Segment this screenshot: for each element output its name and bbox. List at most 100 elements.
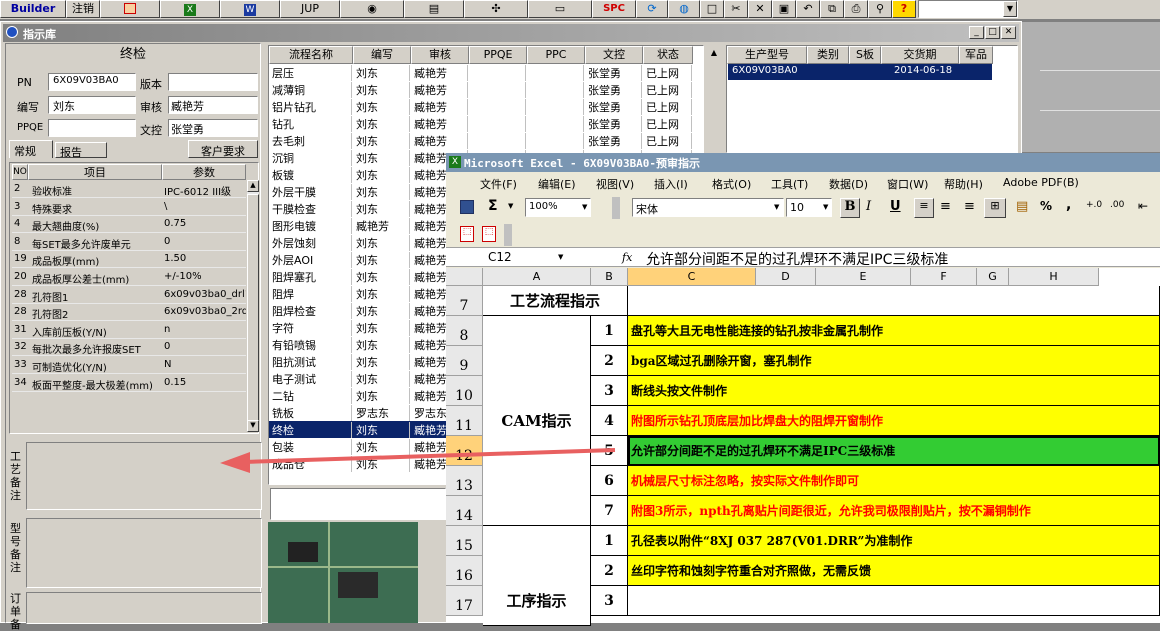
indent-icon[interactable]: ⇤ (1138, 199, 1148, 213)
instruction-cell[interactable]: 允许部分间距不足的过孔焊环不满足IPC三级标准 (628, 436, 1160, 466)
process-input[interactable] (270, 488, 446, 520)
pn-field[interactable]: 6X09V03BA0 (48, 73, 136, 91)
align-left-button[interactable]: ≡ (914, 198, 934, 218)
process-col-header[interactable]: 流程名称 (269, 46, 353, 64)
param-row[interactable]: 28 孔符图2 6x09v03ba0_2rd (12, 304, 246, 322)
row-header[interactable]: 16 (446, 556, 483, 586)
comma-icon[interactable]: , (1066, 197, 1071, 213)
tab-general[interactable]: 常规 (9, 140, 53, 158)
undo-icon-button[interactable]: ↶ (796, 0, 820, 18)
resize-handle[interactable]: ▲ (707, 48, 721, 62)
font-dropdown-icon[interactable]: ▼ (774, 203, 779, 211)
item-number[interactable]: 3 (591, 586, 628, 616)
bold-button[interactable]: B (840, 198, 860, 218)
computer-icon-button[interactable]: ▭ (528, 0, 592, 18)
cut-icon-button[interactable]: ✂ (724, 0, 748, 18)
percent-icon[interactable]: % (1040, 199, 1052, 213)
column-header[interactable]: F (911, 268, 977, 286)
currency-icon[interactable]: ▤ (1016, 199, 1028, 214)
name-box-dropdown-icon[interactable]: ▼ (558, 253, 563, 261)
param-row[interactable]: 28 孔符图1 6x09v03ba0_drl1 (12, 287, 246, 304)
column-header[interactable]: E (816, 268, 911, 286)
spc-button[interactable]: SPC (592, 0, 636, 18)
process-col-header[interactable]: PPC (527, 46, 585, 64)
param-row[interactable]: 4 最大翘曲度(%) 0.75 (12, 216, 246, 234)
instruction-cell[interactable]: 断线头按文件制作 (628, 376, 1160, 406)
product-col-header[interactable]: 生产型号 (727, 46, 807, 64)
row-header[interactable]: 8 (446, 316, 483, 346)
param-row[interactable]: 33 可制造优化(Y/N) N (12, 357, 246, 374)
item-number[interactable]: 3 (591, 376, 628, 406)
eye-icon-button[interactable]: ◉ (340, 0, 404, 18)
scroll-up-button[interactable]: ▲ (247, 180, 259, 192)
item-number[interactable]: 4 (591, 406, 628, 436)
italic-button[interactable]: I (866, 199, 871, 214)
process-col-header[interactable]: 状态 (643, 46, 693, 64)
process-col-header[interactable]: 编写 (353, 46, 411, 64)
ppqe-field[interactable] (48, 119, 136, 137)
excel-menu-item[interactable]: 格式(O) (712, 176, 751, 192)
item-number[interactable]: 1 (591, 526, 628, 556)
logout-button[interactable]: 注销 (66, 0, 100, 18)
process-row[interactable]: 钻孔 刘东 臧艳芳 张堂勇 已上网 (269, 115, 703, 132)
param-row[interactable]: 34 板面平整度-最大极差(mm) 0.15 (12, 375, 246, 392)
help-icon-button[interactable]: ? (892, 0, 916, 18)
increase-decimal-icon[interactable]: +.0 (1086, 200, 1102, 210)
process-row[interactable]: 减薄铜 刘东 臧艳芳 张堂勇 已上网 (269, 81, 703, 98)
param-row[interactable]: 3 特殊要求 \ (12, 199, 246, 216)
underline-button[interactable]: U (890, 199, 901, 214)
instruction-cell[interactable]: 附图所示钻孔顶底层加比焊盘大的阻焊开窗制作 (628, 406, 1160, 436)
param-scrollbar[interactable]: ▲ ▼ (247, 180, 259, 432)
process-flow-header[interactable]: 工艺流程指示 (483, 286, 628, 316)
merge-center-button[interactable]: ⊞ (984, 198, 1006, 218)
excel-save-icon[interactable] (460, 200, 474, 214)
align-right-button[interactable]: ≡ (964, 199, 975, 214)
print-icon-button[interactable]: ⎙ (844, 0, 868, 18)
notes-model-field[interactable] (26, 518, 262, 588)
align-center-button[interactable]: ≡ (940, 199, 951, 214)
save-icon-button[interactable]: ▣ (772, 0, 796, 18)
formula-text[interactable]: 允许部分间距不足的过孔焊环不满足IPC三级标准 (646, 249, 948, 269)
process-row[interactable]: 去毛刺 刘东 臧艳芳 张堂勇 已上网 (269, 132, 703, 149)
column-header[interactable]: H (1009, 268, 1099, 286)
product-col-header[interactable]: 类别 (807, 46, 849, 64)
instruction-cell[interactable]: 机械层尺寸标注忽略，按实际文件制作即可 (628, 466, 1160, 496)
decrease-decimal-icon[interactable]: .00 (1110, 200, 1124, 210)
excel-menu-item[interactable]: Adobe PDF(B) (1003, 176, 1079, 189)
process-row[interactable]: 铝片钻孔 刘东 臧艳芳 张堂勇 已上网 (269, 98, 703, 115)
row-header[interactable]: 9 (446, 346, 483, 376)
product-col-header[interactable]: 军品 (959, 46, 993, 64)
param-row[interactable]: 32 每批次最多允许报废SET 0 (12, 339, 246, 357)
network-icon-button[interactable]: ✣ (464, 0, 528, 18)
excel-icon-button[interactable]: X (160, 0, 220, 18)
instruction-cell[interactable]: 盘孔等大且无电性能连接的钻孔按非金属孔制作 (628, 316, 1160, 346)
icon-button-1[interactable] (100, 0, 160, 18)
param-row[interactable]: 31 入库前压板(Y/N) n (12, 322, 246, 339)
process-col-header[interactable]: PPQE (469, 46, 527, 64)
column-header[interactable]: C (628, 268, 756, 286)
column-header[interactable]: A (483, 268, 591, 286)
font-combo[interactable]: 宋体 (632, 198, 784, 217)
select-all-corner[interactable] (446, 268, 483, 286)
instruction-cell[interactable] (628, 586, 1160, 616)
excel-menu-item[interactable]: 插入(I) (654, 176, 688, 192)
toolbar-combo[interactable]: ▼ (918, 0, 1018, 18)
font-size-dropdown-icon[interactable]: ▼ (823, 203, 828, 211)
instruction-cell[interactable]: 丝印字符和蚀刻字符重合对齐照做，无需反馈 (628, 556, 1160, 586)
row-header[interactable]: 15 (446, 526, 483, 556)
scroll-thumb[interactable] (247, 194, 259, 424)
cam-instruction-label[interactable]: CAM指示 (483, 316, 591, 526)
pdf-convert-icon[interactable]: ⬚ (460, 226, 474, 242)
product-col-header[interactable]: 交货期 (881, 46, 959, 64)
tab-report[interactable]: 报告 (55, 142, 107, 158)
excel-menu-item[interactable]: 工具(T) (771, 176, 808, 192)
excel-menu-item[interactable]: 编辑(E) (538, 176, 576, 192)
version-field[interactable] (168, 73, 258, 91)
word-icon-button[interactable]: W (220, 0, 280, 18)
jup-button[interactable]: JUP (280, 0, 340, 18)
database-icon-button[interactable]: ▤ (404, 0, 464, 18)
autosum-icon[interactable]: Σ (488, 198, 498, 214)
instruction-cell[interactable]: 附图3所示，npth孔离贴片间距很近，允许我司极限削贴片，按不漏铜制作 (628, 496, 1160, 526)
customer-req-button[interactable]: 客户要求 (188, 140, 258, 158)
excel-menu-item[interactable]: 帮助(H) (944, 176, 983, 192)
